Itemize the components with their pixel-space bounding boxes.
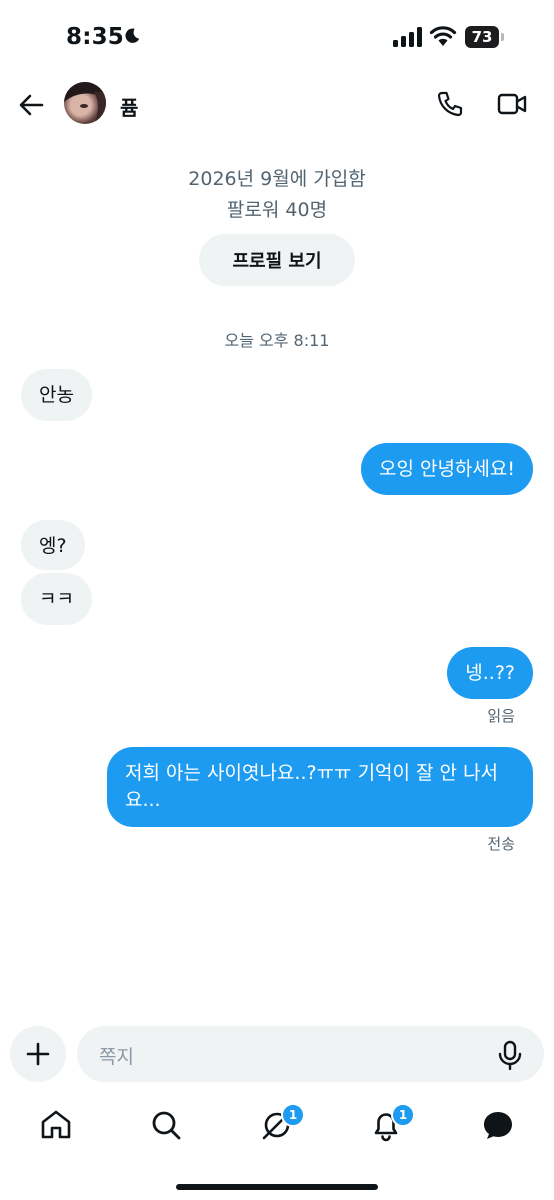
battery-tip — [501, 33, 504, 41]
message-input-placeholder: 쪽지 — [99, 1046, 134, 1068]
joined-date: 2026년 9월에 가입함 — [188, 168, 366, 190]
microphone-icon[interactable] — [497, 1040, 523, 1070]
arrow-left-icon[interactable] — [16, 90, 46, 120]
status-time: 8:35 — [66, 24, 125, 50]
view-profile-button[interactable]: 프로필 보기 — [199, 234, 355, 286]
home-indicator — [176, 1184, 378, 1190]
message-bubble-received[interactable]: 안농 — [21, 369, 92, 421]
message-bubble-received[interactable]: 엥? — [21, 520, 85, 570]
read-receipt: 읽음 — [487, 707, 515, 725]
follower-count: 팔로워 40명 — [226, 199, 328, 221]
sent-status: 전송 — [487, 835, 515, 853]
battery-level: 73 — [465, 26, 499, 48]
cellular-signal-icon — [393, 27, 422, 47]
add-attachment-button[interactable] — [10, 1026, 66, 1082]
grok-notification-badge: 1 — [281, 1103, 305, 1127]
phone-icon[interactable] — [436, 90, 464, 118]
messages-icon[interactable] — [481, 1108, 515, 1142]
search-icon[interactable] — [149, 1108, 183, 1142]
message-bubble-received[interactable]: ㅋㅋ — [21, 573, 92, 625]
avatar[interactable] — [64, 82, 106, 124]
message-input[interactable] — [77, 1026, 544, 1082]
conversation-name[interactable]: 퓸 — [120, 92, 138, 121]
wifi-icon — [429, 26, 457, 46]
moon-icon — [125, 28, 140, 43]
notifications-badge: 1 — [391, 1103, 415, 1127]
plus-icon — [26, 1042, 50, 1066]
message-bubble-sent[interactable]: 오잉 안녕하세요! — [360, 443, 533, 495]
message-bubble-sent[interactable]: 저희 아는 사이엿나요..?ㅠㅠ 기억이 잘 안 나서요... — [107, 747, 533, 827]
home-icon[interactable] — [39, 1108, 73, 1142]
avatar-image — [64, 82, 106, 124]
message-bubble-sent[interactable]: 넹..?? — [447, 647, 533, 699]
video-camera-icon[interactable] — [497, 92, 527, 116]
message-timestamp: 오늘 오후 8:11 — [224, 331, 330, 350]
